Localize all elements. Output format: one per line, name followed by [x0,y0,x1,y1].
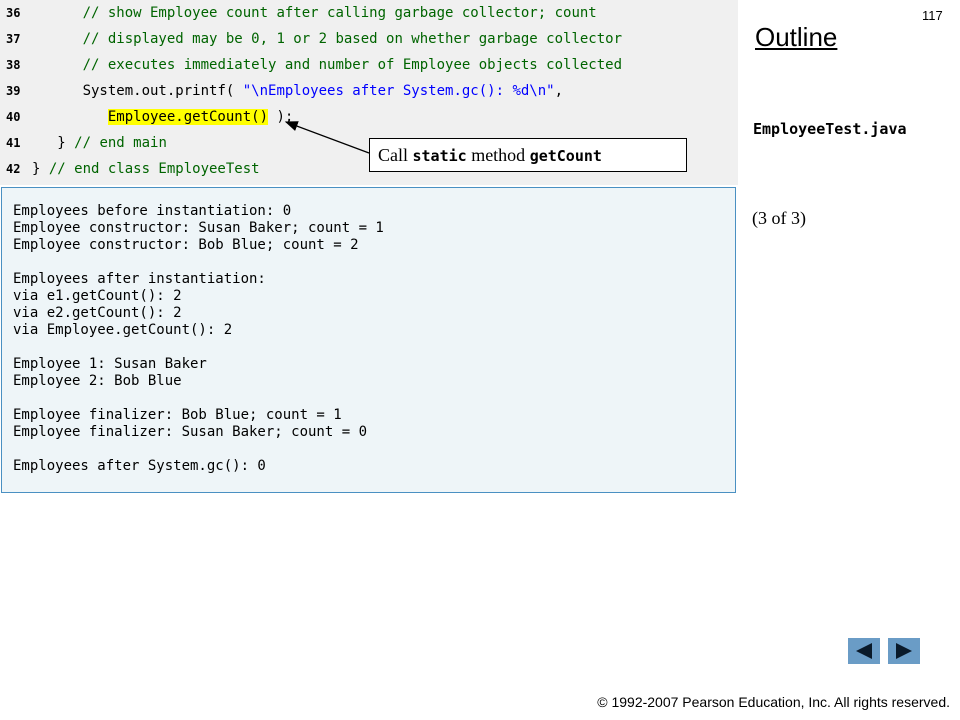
prev-slide-button[interactable] [848,638,880,664]
callout-middle: method [466,145,530,165]
next-slide-button[interactable] [888,638,920,664]
callout-prefix: Call [378,145,413,165]
file-name: EmployeeTest.java [753,120,907,138]
triangle-left-icon [856,643,872,659]
callout-keyword: static [412,147,467,165]
copyright-footer: © 1992-2007 Pearson Education, Inc. All … [597,694,950,710]
outline-title[interactable]: Outline [755,22,837,53]
triangle-right-icon [896,643,912,659]
callout-method: getCount [529,147,602,165]
slide-number: 117 [922,8,943,23]
page-indicator: (3 of 3) [752,208,806,228]
callout-arrow [284,121,370,154]
callout-box: Call static method getCount [369,138,687,172]
